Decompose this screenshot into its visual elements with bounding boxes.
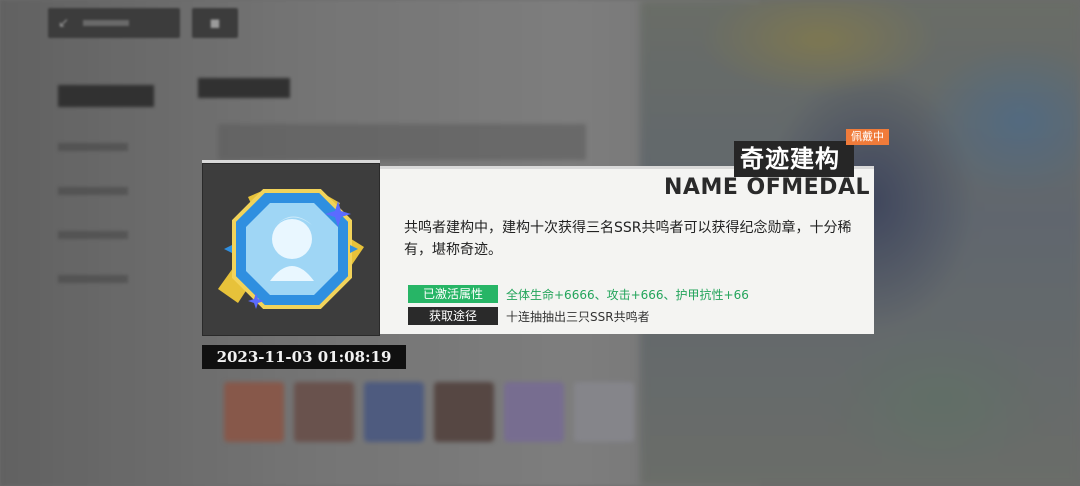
active-attributes-row: 已激活属性 全体生命+6666、攻击+666、护甲抗性+66 (408, 285, 749, 303)
medal-title: 奇迹建构 (734, 141, 854, 177)
medal-description: 共鸣者建构中，建构十次获得三名SSR共鸣者可以获得纪念勋章，十分稀有，堪称奇迹。 (404, 220, 852, 258)
medal-image-frame (202, 160, 380, 336)
obtained-timestamp: 2023-11-03 01:08:19 (202, 345, 406, 369)
resonator-medal-icon (218, 189, 364, 309)
acquisition-row: 获取途径 十连抽抽出三只SSR共鸣者 (408, 307, 650, 325)
medal-detail-popup: NAME OFMEDAL 共鸣者建构中，建构十次获得三名SSR共鸣者可以获得纪念… (202, 160, 874, 336)
acquisition-value: 十连抽抽出三只SSR共鸣者 (506, 309, 650, 324)
medal-english-name: NAME OFMEDAL (664, 175, 870, 200)
active-attributes-label: 已激活属性 (408, 285, 498, 303)
acquisition-label: 获取途径 (408, 307, 498, 325)
medal-info-panel: NAME OFMEDAL 共鸣者建构中，建构十次获得三名SSR共鸣者可以获得纪念… (380, 166, 874, 334)
wearing-status-badge: 佩戴中 (846, 129, 889, 145)
active-attributes-value: 全体生命+6666、攻击+666、护甲抗性+66 (506, 287, 749, 302)
